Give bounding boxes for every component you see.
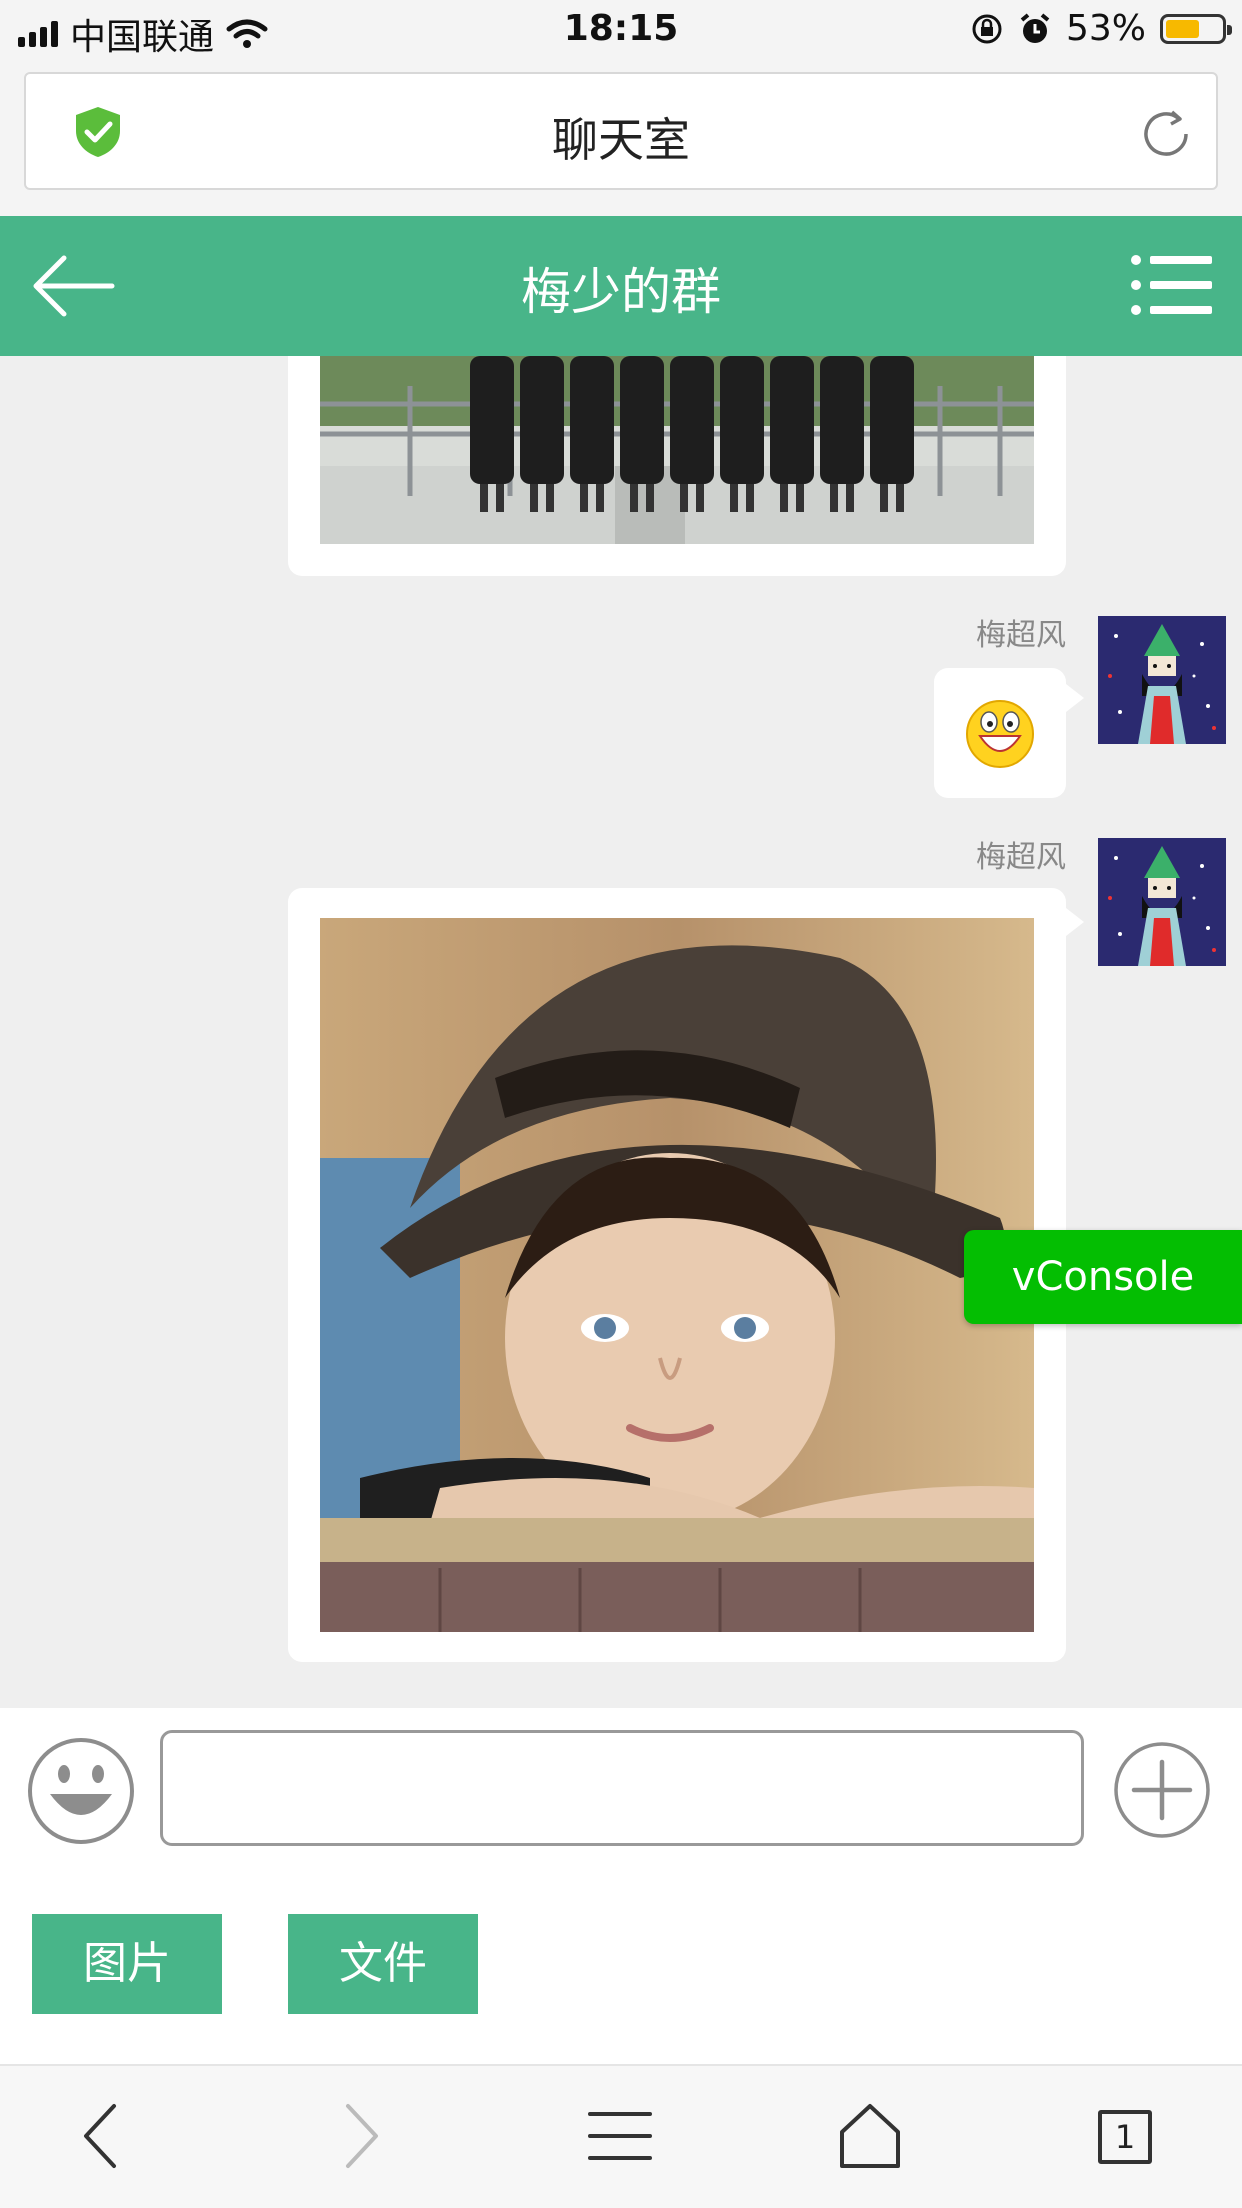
sender-name: 梅超风: [976, 840, 1066, 875]
chevron-left-icon[interactable]: [62, 2096, 142, 2176]
vconsole-button[interactable]: vConsole: [964, 1230, 1242, 1324]
file-button[interactable]: 文件: [288, 1914, 478, 2014]
bubble-pointer: [1066, 684, 1084, 712]
browser-address-bar: 聊天室: [0, 64, 1242, 216]
rotation-lock-icon: [972, 14, 1002, 43]
home-icon[interactable]: [830, 2096, 910, 2176]
tabs-count: 1: [1114, 2118, 1136, 2156]
plus-circle-icon[interactable]: [1112, 1740, 1212, 1840]
chevron-right-icon[interactable]: [320, 2096, 400, 2176]
chat-header: 梅少的群: [0, 216, 1242, 356]
avatar-image: [1098, 838, 1226, 966]
smiley-emoji-icon[interactable]: [964, 698, 1036, 770]
boy-with-hat-photo[interactable]: [320, 918, 1034, 1632]
group-photo[interactable]: [320, 356, 1034, 544]
url-box[interactable]: 聊天室: [24, 72, 1218, 190]
status-bar: 中国联通 18:15 53%: [0, 0, 1242, 64]
image-message: [288, 356, 1066, 576]
tabs-button[interactable]: 1: [1098, 2110, 1152, 2164]
avatar-image: [1098, 616, 1226, 744]
bubble-pointer: [1066, 908, 1084, 936]
list-menu-icon[interactable]: [1130, 252, 1214, 318]
chat-title: 梅少的群: [521, 263, 721, 321]
status-right: 53%: [970, 8, 1232, 49]
image-message: [288, 888, 1066, 1662]
avatar[interactable]: [1098, 838, 1226, 966]
smiley-face-icon[interactable]: [26, 1736, 136, 1846]
avatar[interactable]: [1098, 616, 1226, 744]
battery-percent: 53%: [1065, 8, 1146, 49]
hamburger-icon[interactable]: [580, 2096, 660, 2176]
input-area: 图片 文件: [0, 1708, 1242, 2066]
chat-messages[interactable]: 梅超风 梅超风: [0, 356, 1242, 1708]
alarm-icon: [1020, 12, 1050, 43]
image-button[interactable]: 图片: [32, 1914, 222, 2014]
browser-toolbar: 1: [0, 2066, 1242, 2208]
page-title: 聊天室: [552, 113, 690, 167]
message-input[interactable]: [160, 1730, 1084, 1846]
emoji-message: [934, 668, 1066, 798]
reload-icon[interactable]: [1136, 104, 1196, 164]
sender-name: 梅超风: [976, 618, 1066, 653]
battery-icon: [1160, 13, 1232, 44]
